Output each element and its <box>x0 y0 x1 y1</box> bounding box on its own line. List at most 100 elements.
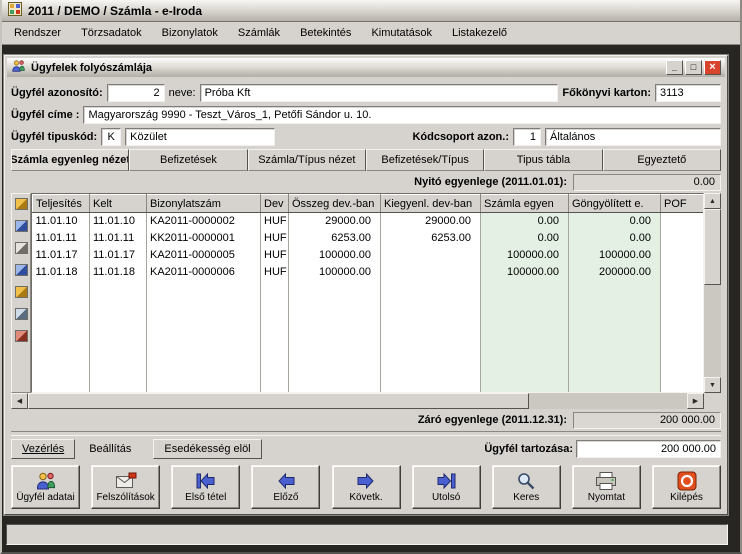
vertical-scroll-thumb[interactable] <box>704 209 721 285</box>
table-cell[interactable] <box>661 349 705 366</box>
table-empty-row[interactable] <box>33 315 705 332</box>
table-cell[interactable]: HUF <box>261 247 289 264</box>
table-empty-row[interactable] <box>33 366 705 383</box>
table-cell[interactable] <box>661 213 705 230</box>
menu-torzsadatok[interactable]: Törzsadatok <box>72 24 151 42</box>
table-empty-row[interactable] <box>33 298 705 315</box>
tab-vezerles[interactable]: Vezérlés <box>11 439 75 459</box>
table-cell[interactable] <box>261 298 289 315</box>
table-cell[interactable] <box>147 332 261 349</box>
table-cell[interactable]: 100000.00 <box>481 247 569 264</box>
tab-szamla-tipus-nezet[interactable]: Számla/Típus nézet <box>248 149 366 171</box>
codegroup-name-field[interactable]: Általános <box>545 128 721 146</box>
table-cell[interactable] <box>381 366 481 383</box>
table-cell[interactable] <box>33 315 90 332</box>
vertical-scroll-track[interactable] <box>704 209 721 377</box>
table-empty-row[interactable] <box>33 349 705 366</box>
customer-typecode-name-field[interactable]: Közület <box>125 128 275 146</box>
table-cell[interactable] <box>90 298 147 315</box>
table-cell[interactable]: 100000.00 <box>481 264 569 281</box>
table-cell[interactable]: 11.01.11 <box>33 230 90 247</box>
table-cell[interactable] <box>661 315 705 332</box>
table-cell[interactable] <box>381 383 481 394</box>
table-cell[interactable] <box>289 349 381 366</box>
ledger-card-field[interactable]: 3113 <box>655 84 721 102</box>
table-cell[interactable]: HUF <box>261 230 289 247</box>
table-cell[interactable] <box>569 349 661 366</box>
table-row[interactable]: 11.01.1011.01.10KA2011-0000002HUF29000.0… <box>33 213 705 230</box>
table-cell[interactable]: KA2011-0000006 <box>147 264 261 281</box>
vertical-scrollbar[interactable]: ▲ ▼ <box>704 193 721 393</box>
window-titlebar[interactable]: 2011 / DEMO / Számla - e-Iroda <box>2 0 740 22</box>
table-cell[interactable]: 11.01.11 <box>90 230 147 247</box>
table-cell[interactable]: KK2011-0000001 <box>147 230 261 247</box>
table-cell[interactable]: KA2011-0000002 <box>147 213 261 230</box>
kovetk-button[interactable]: Követk. <box>332 465 401 509</box>
scroll-left-icon[interactable]: ◀ <box>11 393 28 409</box>
table-cell[interactable] <box>33 281 90 298</box>
customer-typecode-field[interactable]: K <box>101 128 121 146</box>
table-cell[interactable]: 6253.00 <box>381 230 481 247</box>
column-header-kelt[interactable]: Kelt <box>90 195 147 213</box>
table-cell[interactable]: 11.01.17 <box>90 247 147 264</box>
menu-szamlak[interactable]: Számlák <box>229 24 289 42</box>
table-cell[interactable] <box>569 383 661 394</box>
felszolitasok-button[interactable]: Felszólítások <box>91 465 160 509</box>
table-row[interactable]: 11.01.1111.01.11KK2011-0000001HUF6253.00… <box>33 230 705 247</box>
table-cell[interactable]: 6253.00 <box>289 230 381 247</box>
utolso-button[interactable]: Utolsó <box>412 465 481 509</box>
menu-kimutatasok[interactable]: Kimutatások <box>362 24 441 42</box>
table-cell[interactable] <box>147 349 261 366</box>
tab-befizetesek-tipus[interactable]: Befizetések/Típus <box>366 149 484 171</box>
table-cell[interactable] <box>381 349 481 366</box>
table-cell[interactable] <box>261 315 289 332</box>
customer-debt-field[interactable]: 200 000.00 <box>576 440 721 458</box>
table-cell[interactable] <box>289 298 381 315</box>
table-cell[interactable] <box>381 247 481 264</box>
table-cell[interactable] <box>33 298 90 315</box>
table-row[interactable]: 11.01.1811.01.18KA2011-0000006HUF100000.… <box>33 264 705 281</box>
table-cell[interactable] <box>481 349 569 366</box>
table-cell[interactable]: 0.00 <box>481 213 569 230</box>
table-cell[interactable] <box>90 349 147 366</box>
due-first-button[interactable]: Esedékesség elöl <box>153 439 261 459</box>
table-cell[interactable]: 11.01.17 <box>33 247 90 264</box>
column-header-teljesites[interactable]: Teljesítés <box>33 195 90 213</box>
toolbar-icon-7[interactable] <box>15 330 28 342</box>
column-header-pof[interactable]: POF <box>661 195 705 213</box>
table-empty-row[interactable] <box>33 281 705 298</box>
elso-tetel-button[interactable]: Első tétel <box>171 465 240 509</box>
elozo-button[interactable]: Előző <box>251 465 320 509</box>
table-cell[interactable] <box>661 383 705 394</box>
table-cell[interactable]: 29000.00 <box>381 213 481 230</box>
table-cell[interactable] <box>481 366 569 383</box>
tab-befizetesek[interactable]: Befizetések <box>129 149 247 171</box>
tab-tipus-tabla[interactable]: Tipus tábla <box>484 149 602 171</box>
table-cell[interactable]: KA2011-0000005 <box>147 247 261 264</box>
toolbar-icon-5[interactable] <box>15 286 28 298</box>
toolbar-icon-2[interactable] <box>15 220 28 232</box>
table-row[interactable]: 11.01.1711.01.17KA2011-0000005HUF100000.… <box>33 247 705 264</box>
table-cell[interactable] <box>261 349 289 366</box>
table-cell[interactable] <box>33 349 90 366</box>
table-cell[interactable] <box>33 366 90 383</box>
kilepes-button[interactable]: Kilépés <box>652 465 721 509</box>
maximize-icon[interactable]: □ <box>685 60 702 75</box>
table-cell[interactable]: 11.01.18 <box>33 264 90 281</box>
table-cell[interactable] <box>261 366 289 383</box>
table-empty-row[interactable] <box>33 332 705 349</box>
table-cell[interactable] <box>289 383 381 394</box>
table-cell[interactable] <box>569 281 661 298</box>
horizontal-scroll-thumb[interactable] <box>28 393 529 409</box>
toolbar-icon-1[interactable] <box>15 198 28 210</box>
close-icon[interactable]: × <box>704 60 721 75</box>
horizontal-scrollbar[interactable]: ◀ ▶ <box>11 393 721 409</box>
table-cell[interactable] <box>90 366 147 383</box>
customer-id-field[interactable]: 2 <box>107 84 165 102</box>
customer-name-field[interactable]: Próba Kft <box>200 84 559 102</box>
column-header-szamla-egyen[interactable]: Számla egyen <box>481 195 569 213</box>
table-cell[interactable] <box>569 298 661 315</box>
table-cell[interactable]: 100000.00 <box>289 247 381 264</box>
table-cell[interactable] <box>33 383 90 394</box>
table-cell[interactable] <box>289 332 381 349</box>
